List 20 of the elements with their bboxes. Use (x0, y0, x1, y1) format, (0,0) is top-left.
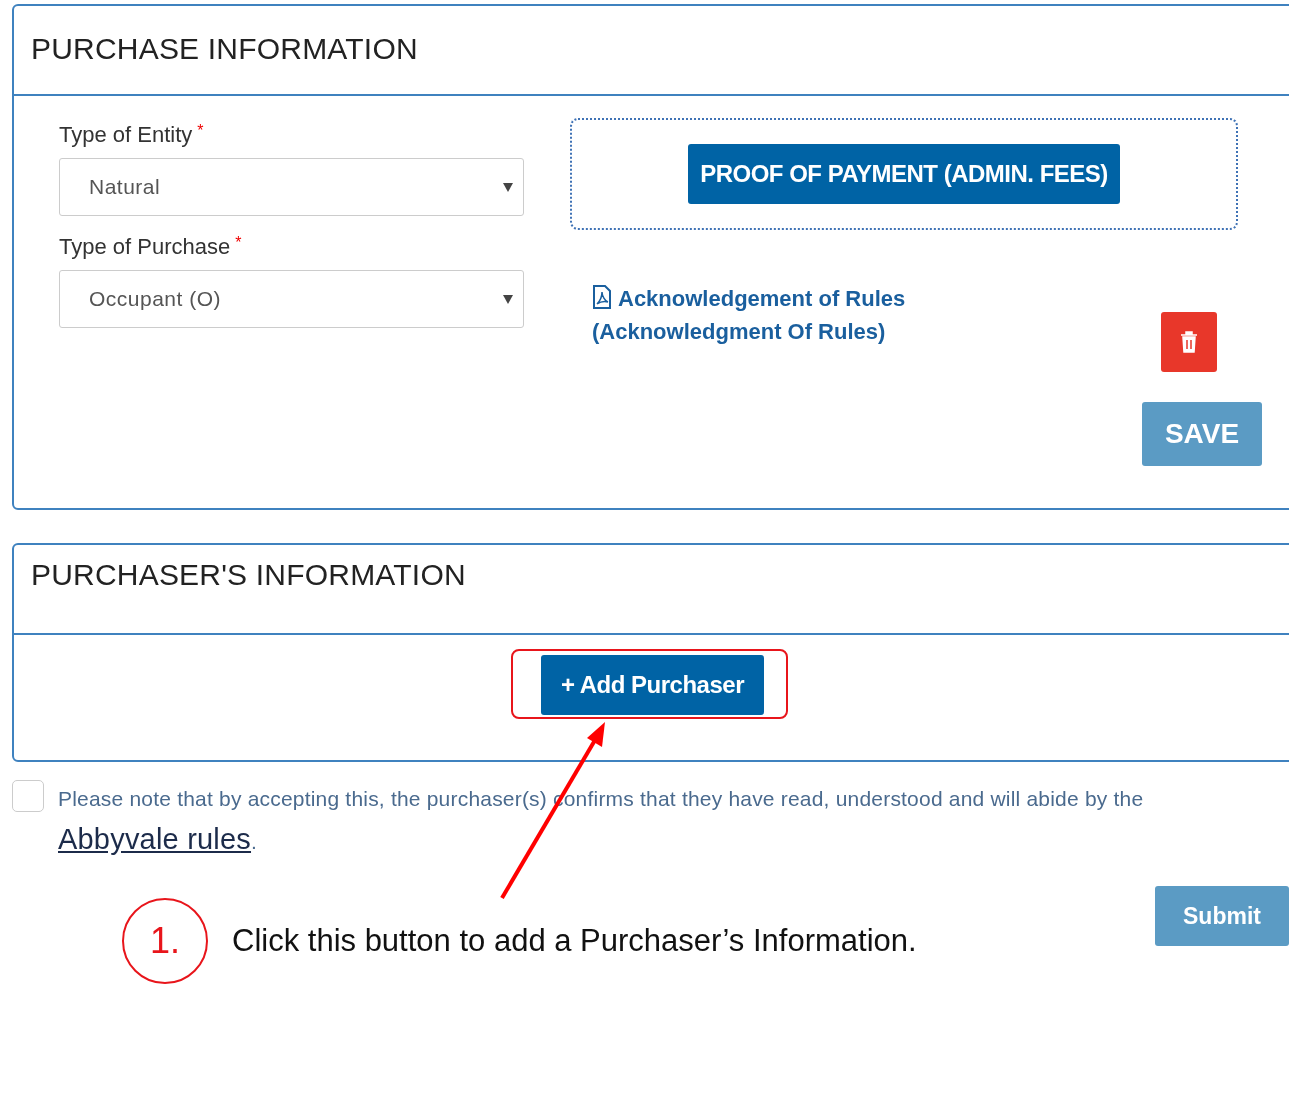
select-field[interactable]: Occupant (O) (59, 270, 524, 328)
field-label: Type of Entity (59, 122, 193, 148)
caret-icon (503, 294, 513, 304)
add-purchaser-button[interactable]: + Add Purchaser (541, 655, 764, 715)
rules-link[interactable]: Abbyvale rules (58, 823, 251, 855)
select-field[interactable]: Natural (59, 158, 524, 216)
upload-button[interactable]: PROOF OF PAYMENT (ADMIN. FEES) (688, 144, 1120, 204)
annotation-caption: Click this button to add a Purchaser’s Information. (232, 923, 917, 959)
document-link[interactable]: Acknowledgement of Rules (Acknowledgment Of Rules) (592, 282, 906, 372)
pdf-file-icon (592, 285, 612, 309)
required-mark: * (235, 234, 242, 253)
checkbox[interactable] (12, 780, 44, 812)
required-mark: * (197, 122, 204, 141)
field-label: Type of Purchase (59, 234, 231, 260)
panel-title: PURCHASE INFORMATION (14, 6, 1289, 96)
delete-button[interactable] (1161, 312, 1217, 372)
caret-icon (503, 182, 513, 192)
trash-icon (1180, 331, 1198, 353)
step-number: 1. (122, 898, 208, 984)
panel-title: PURCHASER'S INFORMATION (14, 545, 1289, 635)
